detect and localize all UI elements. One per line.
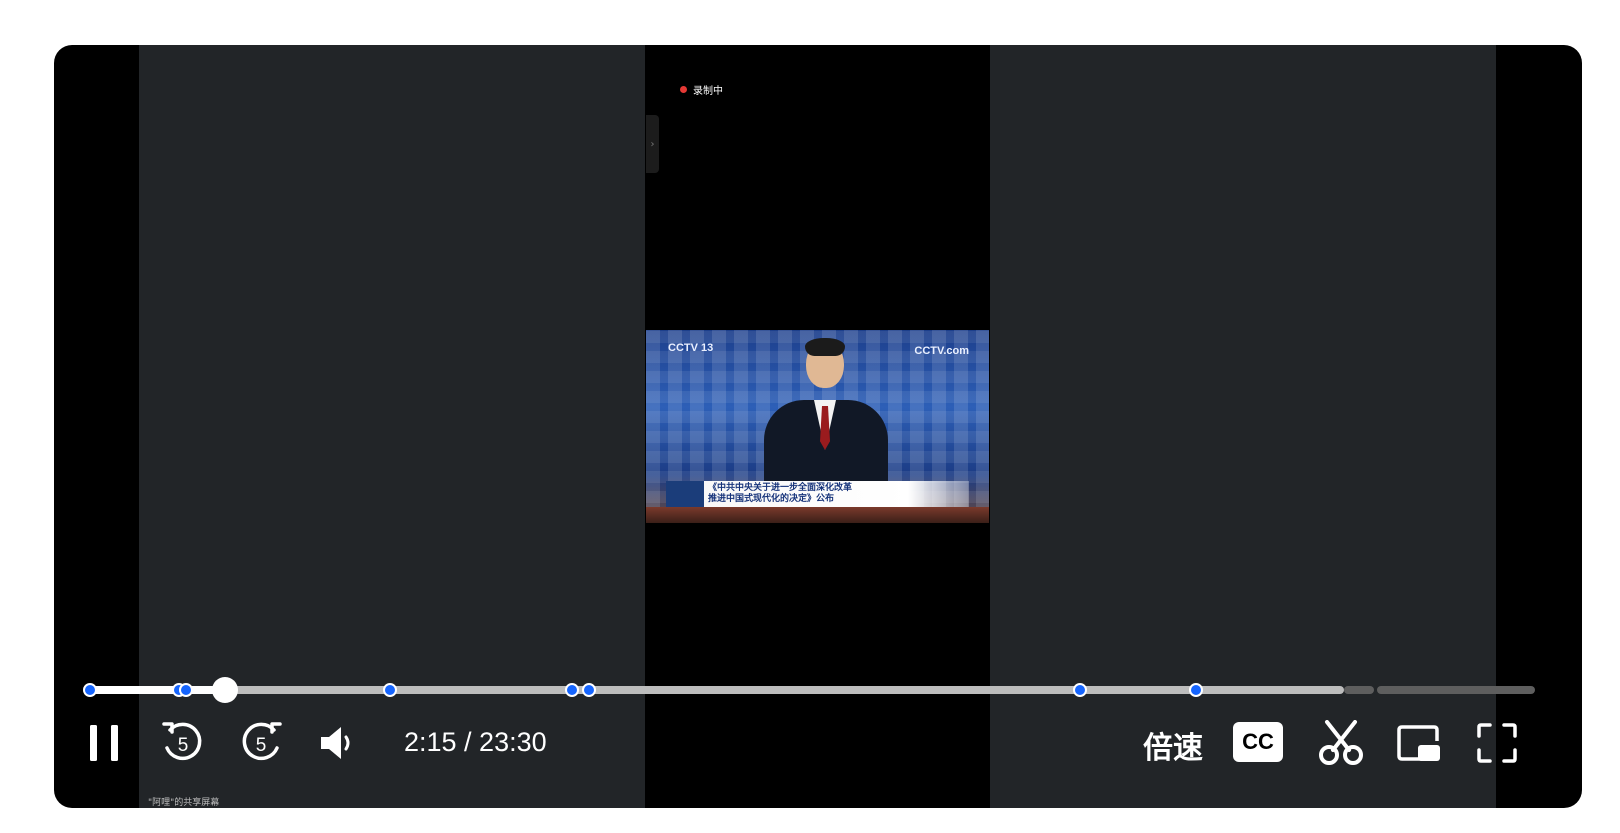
chapter-marker[interactable]: [1189, 683, 1204, 697]
recording-label: 录制中: [693, 86, 723, 97]
svg-text:5: 5: [256, 735, 267, 756]
chapter-marker[interactable]: [383, 683, 398, 697]
fullscreen-button[interactable]: [1474, 721, 1520, 765]
side-tab-toggle[interactable]: ›: [646, 115, 659, 173]
recording-indicator: 录制中: [680, 82, 723, 97]
recording-dot-icon: [680, 86, 687, 93]
chapter-marker[interactable]: [179, 683, 194, 697]
buffer-segment: [1344, 686, 1374, 694]
pause-button[interactable]: [84, 721, 124, 765]
picture-in-picture-button[interactable]: [1396, 721, 1442, 765]
scissors-icon: [1319, 720, 1363, 765]
speed-button[interactable]: 倍速: [1143, 723, 1203, 767]
forward-icon: 5: [242, 722, 282, 761]
progress-thumb[interactable]: [211, 677, 238, 703]
news-caption: 《中共中央关于进一步全面深化改革 推进中国式现代化的决定》公布: [708, 483, 853, 504]
time-display: 2:15 / 23:30: [404, 727, 547, 757]
progress-played: [84, 686, 225, 694]
chapter-marker[interactable]: [1072, 683, 1087, 697]
picture-in-picture-icon: [1397, 725, 1440, 761]
pause-icon: [90, 725, 118, 761]
svg-text:5: 5: [178, 735, 189, 756]
clip-button[interactable]: [1316, 720, 1366, 765]
volume-button[interactable]: [316, 721, 362, 765]
channel-logo-right: CCTV.com: [914, 345, 969, 357]
cc-button[interactable]: CC: [1233, 722, 1283, 762]
cc-label: CC: [1242, 729, 1274, 754]
buffer-segment-end: [1377, 686, 1535, 694]
control-bar: 5 5 2:15 / 23:30 倍速 CC: [54, 705, 1582, 775]
news-caption-logo: [666, 481, 704, 507]
chapter-marker[interactable]: [582, 683, 597, 697]
forward-5-button[interactable]: 5: [238, 721, 284, 765]
volume-icon: [321, 727, 350, 759]
channel-logo-left: CCTV 13: [668, 342, 714, 354]
chapter-marker[interactable]: [83, 683, 98, 697]
chevron-right-icon: ›: [650, 138, 655, 150]
progress-bar[interactable]: [83, 677, 1554, 703]
fullscreen-icon: [1477, 723, 1517, 763]
sharer-label: "阿哩"的共享屏幕: [148, 798, 220, 808]
progress-track: [84, 686, 1344, 694]
rewind-5-button[interactable]: 5: [160, 721, 206, 765]
news-broadcast-frame: CCTV 13 CCTV.com 《中共中央关于进一步全面深化改革 推进中国式现…: [646, 330, 989, 523]
news-anchor: [764, 338, 888, 490]
video-player[interactable]: 录制中 › CCTV 13 CCTV.com 《中共中央关于进一步全面深化改革 …: [54, 45, 1582, 808]
chapter-marker[interactable]: [565, 683, 580, 697]
rewind-icon: 5: [162, 722, 202, 761]
